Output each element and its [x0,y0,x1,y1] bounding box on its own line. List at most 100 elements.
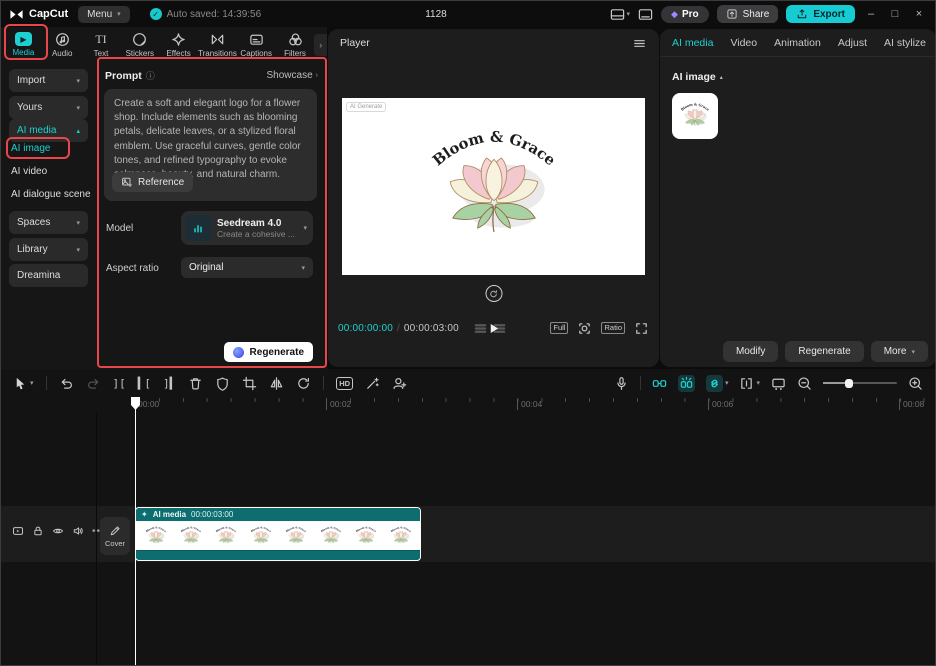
prompt-input[interactable]: Create a soft and elegant logo for a flo… [104,89,317,201]
zoom-slider-handle[interactable] [845,379,853,388]
mirror-icon[interactable] [269,376,284,391]
capcut-logo: CapCut [9,7,68,22]
showcase-link[interactable]: Showcase › [267,70,318,81]
tab-ai-stylize[interactable]: AI stylize [884,37,926,49]
tab-animation[interactable]: Animation [774,37,821,49]
tab-transitions-label: Transitions [198,49,237,58]
delete-right-icon[interactable]: ]▍ [163,376,176,391]
zoom-out-icon[interactable] [797,376,812,391]
player-title: Player [340,37,370,49]
regenerate-button-right[interactable]: Regenerate [785,341,863,362]
mute-track-icon[interactable] [72,525,84,537]
filters-icon [288,32,303,47]
main-track-magnet-icon[interactable] [652,376,667,391]
sidebar-item-ai-video[interactable]: AI video [11,166,47,177]
play-button[interactable] [487,322,500,335]
model-select[interactable]: Seedream 4.0 Create a cohesive ... ▾ [181,211,313,245]
zoom-in-icon[interactable] [908,376,923,391]
hd-quality-button[interactable]: HD [336,377,353,390]
portrait-enhance-icon[interactable] [392,376,407,391]
select-tool-button[interactable]: ▾ [13,376,34,391]
more-button[interactable]: More▾ [871,341,928,362]
record-voiceover-icon[interactable] [614,376,629,391]
focus-icon[interactable] [577,321,592,336]
auto-snap-chip[interactable] [678,375,695,392]
ai-image-section-header[interactable]: AI image ▴ [672,71,723,83]
player-menu-icon[interactable] [632,36,647,51]
menu-button[interactable]: Menu▾ [78,6,130,23]
sidebar-item-spaces[interactable]: Spaces▾ [9,211,88,234]
undo-icon[interactable] [59,376,74,391]
frame-list-icon[interactable] [473,321,488,336]
linked-clips-button[interactable]: ▾ [706,375,729,392]
ratio-button[interactable]: Ratio [601,322,625,334]
pro-label: Pro [682,9,699,20]
preview-frame-icon[interactable] [771,376,786,391]
delete-left-icon[interactable]: ▍[ [138,376,151,391]
tab-text[interactable]: TI Text [82,30,121,58]
cursor-icon [13,376,28,391]
autosave-text: Auto saved: 14:39:56 [167,9,262,20]
ruler-label-3: 00:06 [708,399,733,410]
chevron-down-icon: ▾ [76,246,80,254]
divider [640,376,641,390]
timeline-ruler[interactable]: 00:00 00:02 00:04 00:06 00:08 [96,397,935,413]
cover-button[interactable]: Cover [100,517,130,555]
aspect-ratio-select[interactable]: Original ▾ [181,257,313,278]
ai-image-thumbnail[interactable] [672,93,718,139]
sidebar-ai-media-label: AI media [17,125,56,136]
tab-audio[interactable]: Audio [43,30,82,58]
tab-stickers[interactable]: Stickers [120,30,159,58]
minimize-button[interactable]: – [863,8,879,20]
track-view-options-button[interactable]: ▾ [739,376,760,391]
crop-icon[interactable] [242,376,257,391]
preview-canvas[interactable]: AI Generate [342,98,645,275]
tab-transitions[interactable]: Transitions [198,30,237,58]
layout-toggle-button[interactable]: ▾ [610,7,631,22]
sidebar-item-dreamina[interactable]: Dreamina [9,264,88,287]
modify-button[interactable]: Modify [723,341,778,362]
rotate-handle[interactable] [485,285,502,302]
share-button[interactable]: Share [717,5,779,23]
tabs-overflow-button[interactable]: › [314,34,327,56]
prompt-title: Prompt [105,70,142,82]
sidebar-item-ai-image[interactable]: AI image [11,143,50,154]
timeline-tracks-area[interactable]: ••• Cover ✦ AI media 00:00:03:00 [1,413,935,665]
sidebar-item-ai-dialogue-scene[interactable]: AI dialogue scene [11,189,91,200]
showcase-label: Showcase [267,70,313,81]
tab-filters[interactable]: Filters [276,30,315,58]
delete-icon[interactable] [188,376,203,391]
redo-icon[interactable] [86,376,101,391]
regenerate-button[interactable]: Regenerate [224,342,313,362]
split-icon[interactable]: ][ [113,376,126,391]
sidebar-item-library[interactable]: Library▾ [9,238,88,261]
rotate-tool-icon[interactable] [296,376,311,391]
chevron-down-icon: ▾ [30,379,34,387]
export-button[interactable]: Export [786,5,855,23]
clip-track-label: AI media [153,510,186,519]
tab-captions[interactable]: Captions [237,30,276,58]
tab-ai-media[interactable]: AI media [672,37,713,49]
sidebar-item-import[interactable]: Import▾ [9,69,88,92]
close-button[interactable]: × [911,8,927,20]
maximize-button[interactable]: □ [887,8,903,20]
sidebar-item-yours[interactable]: Yours▾ [9,96,88,119]
lock-track-icon[interactable] [32,525,44,537]
tab-effects[interactable]: Effects [159,30,198,58]
track-type-icon[interactable] [12,525,24,537]
magic-edit-icon[interactable] [365,376,380,391]
fullscreen-icon[interactable] [634,321,649,336]
compact-layout-button[interactable] [638,7,653,22]
full-button[interactable]: Full [550,322,568,334]
ai-media-clip[interactable]: ✦ AI media 00:00:03:00 [135,507,421,561]
tab-video[interactable]: Video [730,37,757,49]
timeline-zoom-slider[interactable] [823,378,897,388]
tab-media[interactable]: ▶ Media [4,30,43,57]
sidebar-item-ai-media[interactable]: AI media▴ [9,119,88,142]
toggle-visibility-icon[interactable] [52,525,64,537]
current-time: 00:00:00:00 [338,323,393,334]
reference-button[interactable]: Reference [112,172,193,192]
tab-adjust[interactable]: Adjust [838,37,867,49]
mask-icon[interactable] [215,376,230,391]
pro-button[interactable]: ◆ Pro [661,6,709,23]
